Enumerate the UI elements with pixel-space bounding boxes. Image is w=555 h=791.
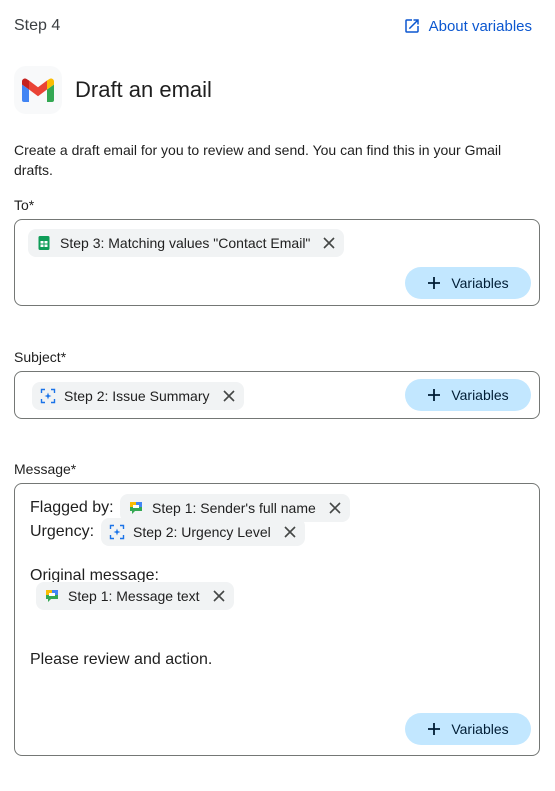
- subject-chip-label: Step 2: Issue Summary: [64, 388, 210, 404]
- open-in-new-icon: [404, 19, 419, 33]
- original-message-chip[interactable]: Step 1: Message text: [36, 582, 234, 610]
- flagged-by-text: Flagged by:: [30, 499, 114, 516]
- to-chip[interactable]: Step 3: Matching values "Contact Email": [28, 229, 345, 257]
- subject-field[interactable]: Step 2: Issue Summary Variables: [14, 371, 540, 419]
- to-chip-label: Step 3: Matching values "Contact Email": [60, 235, 311, 251]
- sheets-icon: [36, 235, 52, 251]
- flagged-by-chip-label: Step 1: Sender's full name: [152, 500, 316, 516]
- ai-sparkle-icon: [109, 524, 125, 540]
- to-field[interactable]: Step 3: Matching values "Contact Email" …: [14, 219, 540, 306]
- message-variables-button[interactable]: Variables: [405, 713, 531, 745]
- action-title: Draft an email: [75, 77, 212, 102]
- google-chat-icon: [128, 500, 144, 516]
- ai-sparkle-icon: [40, 388, 56, 404]
- plus-icon: [428, 723, 441, 735]
- close-icon[interactable]: [328, 501, 342, 515]
- action-description: Create a draft email for you to review a…: [14, 142, 502, 178]
- plus-icon: [428, 389, 441, 401]
- close-icon[interactable]: [322, 236, 336, 250]
- original-message-chip-label: Step 1: Message text: [68, 588, 200, 604]
- close-icon[interactable]: [283, 525, 297, 539]
- close-icon[interactable]: [222, 389, 236, 403]
- close-icon[interactable]: [212, 589, 226, 603]
- to-label: To*: [14, 197, 35, 213]
- message-label: Message*: [14, 461, 77, 477]
- urgency-chip[interactable]: Step 2: Urgency Level: [101, 518, 305, 546]
- about-variables-link[interactable]: About variables: [403, 17, 532, 35]
- subject-label: Subject*: [14, 349, 67, 365]
- google-chat-icon: [44, 588, 60, 604]
- step-label: Step 4: [14, 17, 61, 34]
- urgency-chip-label: Step 2: Urgency Level: [133, 524, 271, 540]
- about-variables-label: About variables: [428, 17, 532, 35]
- closing-text: Please review and action.: [30, 651, 213, 668]
- message-field[interactable]: Flagged by: Step 1: Sender's full name U…: [14, 483, 540, 756]
- gmail-icon: [22, 78, 54, 102]
- subject-variables-label: Variables: [451, 387, 509, 403]
- plus-icon: [428, 277, 441, 289]
- gmail-logo-badge: [14, 66, 62, 114]
- subject-variables-button[interactable]: Variables: [405, 379, 531, 411]
- urgency-text: Urgency:: [30, 523, 95, 540]
- to-variables-label: Variables: [451, 275, 509, 291]
- to-variables-button[interactable]: Variables: [405, 267, 531, 299]
- message-variables-label: Variables: [451, 721, 509, 737]
- subject-chip[interactable]: Step 2: Issue Summary: [32, 382, 244, 410]
